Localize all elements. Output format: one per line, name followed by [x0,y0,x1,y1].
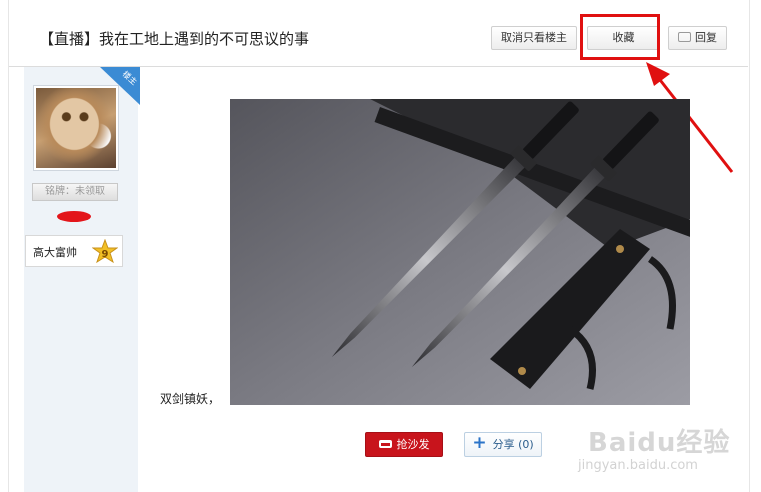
share-button[interactable]: + 分享 (0) [464,432,542,457]
watermark-brand: Baidu经验 [588,428,731,458]
thread-title: 【直播】我在工地上遇到的不可思议的事 [39,30,310,48]
highlight-box [580,14,660,60]
share-count: (0) [518,438,534,451]
level-number: 9 [102,249,109,260]
post-image[interactable] [230,99,690,405]
sofa-icon [378,440,392,448]
watermark-url: jingyan.baidu.com [578,458,698,473]
share-label: 分享 [492,438,515,451]
redacted-mark [57,211,91,222]
post-caption: 双剑镇妖， [160,392,221,406]
speech-bubble-icon [678,32,691,42]
sofa-button[interactable]: 抢沙发 [365,432,443,457]
level-badge[interactable]: 高大富帅 9 [25,235,123,267]
reply-label: 回复 [695,31,717,44]
op-corner-badge: 楼主 [100,67,140,105]
medal-button[interactable]: 铭牌：未领取 [32,183,118,201]
reply-button[interactable]: 回复 [668,26,727,50]
plus-icon: + [472,432,487,453]
cancel-only-op-button[interactable]: 取消只看楼主 [491,26,577,50]
star-icon: 9 [92,239,118,264]
author-sidebar: 铭牌：未领取 高大富帅 9 [24,67,138,492]
sofa-label: 抢沙发 [396,438,430,451]
level-title: 高大富帅 [33,246,77,259]
